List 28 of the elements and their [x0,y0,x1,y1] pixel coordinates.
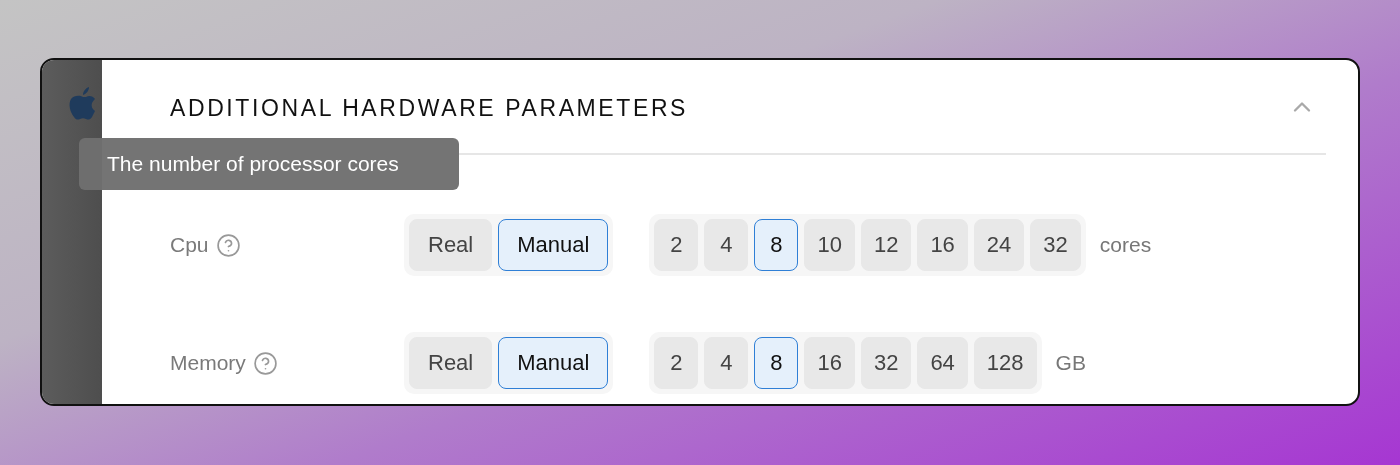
value-option[interactable]: 10 [804,219,855,271]
mode-option[interactable]: Manual [498,337,609,389]
unit-label: GB [1055,351,1086,375]
help-icon[interactable] [215,232,241,258]
value-option[interactable]: 128 [973,337,1037,389]
value-option[interactable]: 8 [754,337,799,389]
mode-option[interactable]: Manual [498,219,609,271]
help-icon[interactable] [252,350,278,376]
value-option[interactable]: 64 [917,337,968,389]
value-option[interactable]: 16 [917,219,968,271]
field-label: Cpu [170,233,209,257]
value-option[interactable]: 2 [654,219,699,271]
tooltip: The number of processor cores [79,138,459,190]
section-title: ADDITIONAL HARDWARE PARAMETERS [170,94,689,122]
value-option[interactable]: 32 [860,337,912,389]
field-label: Memory [170,351,246,375]
value-option[interactable]: 8 [754,219,799,271]
value-option[interactable]: 24 [973,219,1025,271]
value-option[interactable]: 4 [704,219,749,271]
unit-label: cores [1099,233,1152,257]
mode-option[interactable]: Real [409,337,493,389]
apple-icon [68,86,98,122]
value-option[interactable]: 12 [860,219,912,271]
value-option[interactable]: 32 [1030,219,1081,271]
value-option[interactable]: 4 [704,337,749,389]
mode-option[interactable]: Real [409,219,493,271]
value-option[interactable]: 16 [804,337,855,389]
value-option[interactable]: 2 [654,337,699,389]
